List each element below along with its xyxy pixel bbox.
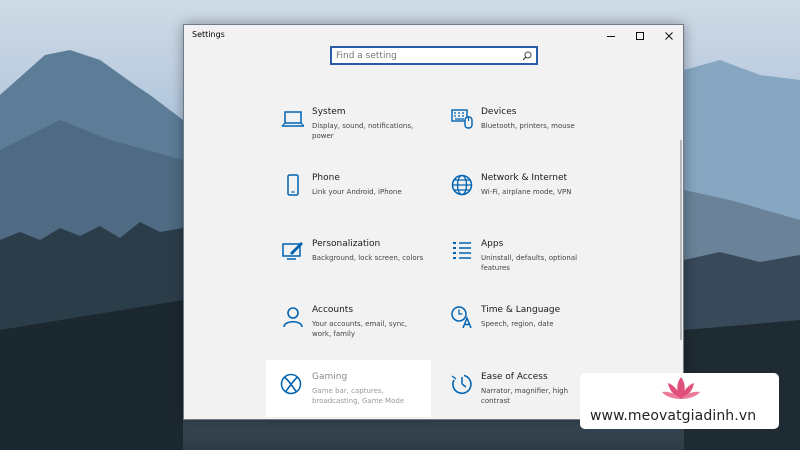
globe-icon: [451, 174, 473, 196]
category-gaming[interactable]: Gaming Game bar, captures, broadcasting,…: [266, 360, 431, 417]
category-apps[interactable]: Apps Uninstall, defaults, optional featu…: [438, 237, 603, 295]
category-time-language[interactable]: Time & Language Speech, region, date: [438, 303, 603, 361]
category-name: Devices: [481, 107, 517, 117]
category-name: Network & Internet: [481, 173, 568, 183]
keyboard-icon: [451, 109, 473, 129]
close-icon: [665, 32, 673, 40]
category-description: Speech, region, date: [481, 320, 554, 328]
category-devices[interactable]: Devices Bluetooth, printers, mouse: [438, 105, 603, 163]
search-icon[interactable]: [522, 51, 532, 61]
site-url: www.meovatgiadinh.vn: [590, 408, 757, 424]
category-name: Accounts: [312, 305, 354, 315]
maximize-button[interactable]: [626, 25, 654, 47]
maximize-icon: [636, 32, 644, 40]
category-description: Your accounts, email, sync, work, family: [312, 320, 408, 338]
category-description: Uninstall, defaults, optional features: [481, 254, 578, 272]
minimize-button[interactable]: [597, 25, 625, 47]
search-input[interactable]: [336, 49, 516, 62]
xbox-icon: [280, 373, 302, 395]
close-button[interactable]: [655, 25, 683, 47]
category-network-internet[interactable]: Network & Internet Wi-Fi, airplane mode,…: [438, 171, 603, 229]
category-system[interactable]: System Display, sound, notifications, po…: [269, 105, 434, 163]
category-ease-of-access[interactable]: Ease of Access Narrator, magnifier, high…: [438, 370, 603, 428]
category-description: Background, lock screen, colors: [312, 254, 424, 262]
category-name: Gaming: [312, 372, 348, 382]
window-title: Settings: [192, 30, 225, 39]
category-name: Personalization: [312, 239, 381, 249]
ease-of-access-icon: [451, 374, 472, 394]
category-description: Link your Android, iPhone: [312, 188, 402, 196]
category-name: System: [312, 107, 346, 117]
settings-window: Settings System Display, sound, notifica…: [183, 24, 684, 420]
laptop-icon: [281, 111, 305, 127]
category-accounts[interactable]: Accounts Your accounts, email, sync, wor…: [269, 303, 434, 361]
lotus-logo-icon: [662, 377, 700, 399]
search-box: [330, 46, 538, 65]
category-description: Display, sound, notifications, power: [312, 122, 414, 140]
apps-list-icon: [453, 242, 471, 259]
category-name: Apps: [481, 239, 504, 249]
category-description: Narrator, magnifier, high contrast: [481, 387, 569, 405]
phone-icon: [287, 174, 299, 196]
person-icon: [283, 307, 303, 328]
category-description: Bluetooth, printers, mouse: [481, 122, 575, 130]
category-name: Phone: [312, 173, 340, 183]
scrollbar[interactable]: [680, 140, 682, 340]
title-bar[interactable]: Settings: [184, 25, 683, 47]
category-personalization[interactable]: Personalization Background, lock screen,…: [269, 237, 434, 295]
category-name: Ease of Access: [481, 372, 548, 382]
category-description: Game bar, captures, broadcasting, Game M…: [312, 387, 405, 405]
minimize-icon: [607, 36, 615, 37]
category-name: Time & Language: [481, 305, 561, 315]
paint-icon: [282, 242, 303, 260]
category-phone[interactable]: Phone Link your Android, iPhone: [269, 171, 434, 229]
time-language-icon: [451, 306, 472, 329]
site-watermark: www.meovatgiadinh.vn: [580, 373, 779, 429]
category-description: Wi-Fi, airplane mode, VPN: [481, 188, 572, 196]
